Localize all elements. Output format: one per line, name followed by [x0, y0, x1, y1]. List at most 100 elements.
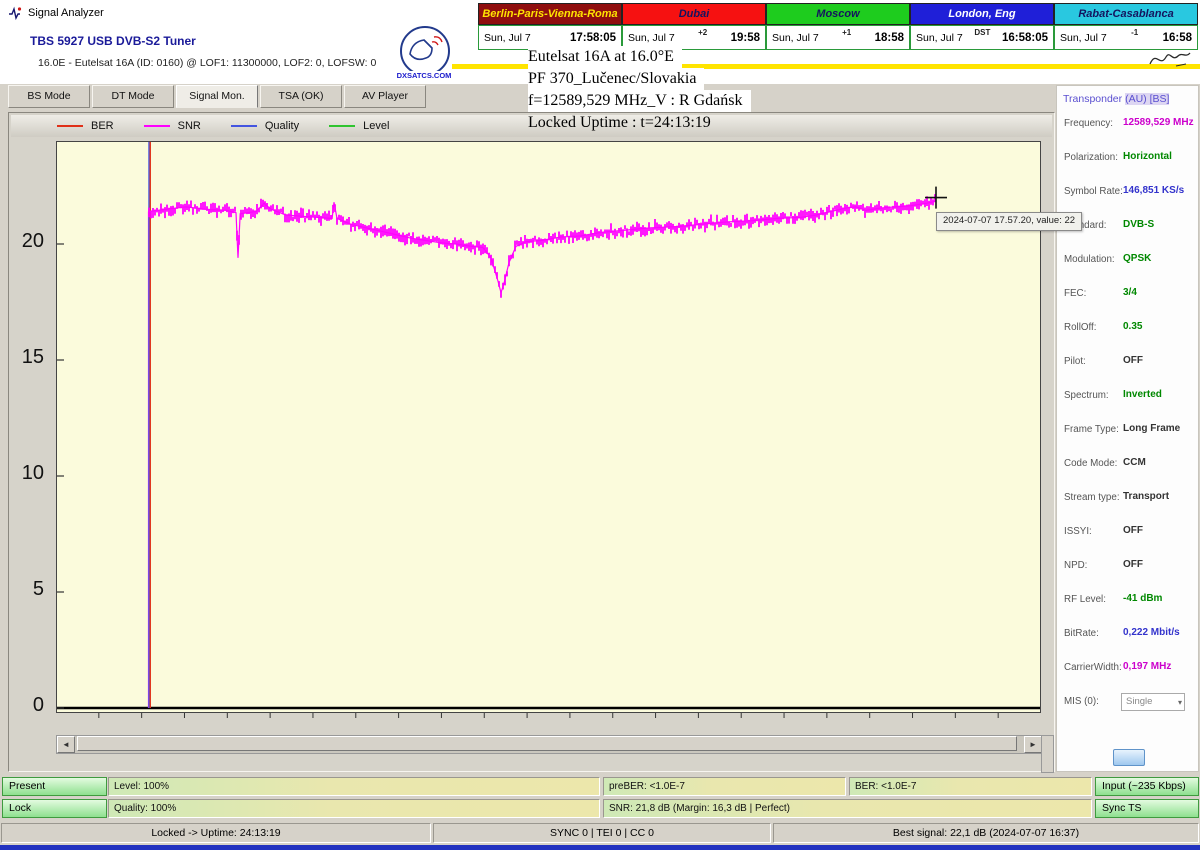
transponder-row-issyi: ISSYI:OFF	[1057, 526, 1198, 556]
transponder-label: RF Level:	[1064, 594, 1106, 605]
transponder-row-rf-level: RF Level: -41 dBm	[1057, 594, 1198, 624]
transponder-value: 146,851 KS/s	[1123, 185, 1184, 196]
tab-tsa[interactable]: TSA (OK)	[260, 85, 342, 108]
transponder-header: Transponder (AU) [BS]	[1063, 93, 1169, 105]
scrollbar-thumb[interactable]	[77, 736, 1017, 751]
title-bar: Signal Analyzer	[0, 0, 485, 26]
scroll-left-button[interactable]: ◄	[57, 736, 75, 753]
signal-plot[interactable]	[56, 141, 1041, 726]
lock-indicator: Lock	[2, 799, 107, 818]
transponder-value: 12589,529 MHz	[1123, 117, 1194, 128]
transponder-title: Transponder	[1063, 93, 1122, 105]
clock-utc-offset: -1	[1131, 28, 1138, 37]
transponder-label: CarrierWidth:	[1064, 662, 1122, 673]
app-icon	[7, 6, 22, 21]
scroll-right-button[interactable]: ►	[1024, 736, 1042, 753]
y-axis-label: 5	[14, 578, 44, 601]
transponder-row-fec: FEC:3/4	[1057, 288, 1198, 318]
status-sync-counters: SYNC 0 | TEI 0 | CC 0	[433, 823, 771, 843]
tuner-title: TBS 5927 USB DVB-S2 Tuner	[30, 34, 196, 48]
tab-av-player[interactable]: AV Player	[344, 85, 426, 108]
overlay-line-4: Locked Uptime : t=24:13:19	[528, 112, 719, 134]
clock-date: Sun, Jul 7	[916, 32, 963, 44]
transponder-label: FEC:	[1064, 288, 1086, 299]
clock-city-2: Moscow	[766, 3, 910, 25]
clock-utc-offset: +1	[842, 28, 851, 37]
transponder-label: Modulation:	[1064, 254, 1115, 265]
transponder-row-rolloff: RollOff:0.35	[1057, 322, 1198, 352]
transponder-row-frequency: Frequency: 12589,529 MHz	[1057, 118, 1198, 148]
transponder-value: Inverted	[1123, 389, 1162, 400]
transponder-value: CCM	[1123, 457, 1146, 468]
transponder-row-npd: NPD:OFF	[1057, 560, 1198, 590]
overlay-line-1: Eutelsat 16A at 16.0°E	[528, 46, 682, 68]
transponder-row-pilot: Pilot:OFF	[1057, 356, 1198, 386]
clock-date: Sun, Jul 7	[484, 32, 531, 44]
clock-city-4: Rabat-Casablanca	[1054, 3, 1198, 25]
transponder-label: BitRate:	[1064, 628, 1099, 639]
annotation-overlay: Eutelsat 16A at 16.0°E PF 370_Lučenec/Sl…	[528, 46, 751, 134]
scrollbar-track[interactable]	[75, 736, 1024, 751]
dxsatcs-logo: DXSATCS.COM	[398, 26, 452, 82]
quality-meter: Quality: 100%	[108, 799, 600, 818]
clock-time-4: Sun, Jul 7-116:58	[1054, 25, 1198, 50]
tab-dt-mode[interactable]: DT Mode	[92, 85, 174, 108]
tuner-subtitle: 16.0E - Eutelsat 16A (ID: 0160) @ LOF1: …	[38, 57, 376, 69]
transponder-value: Horizontal	[1123, 151, 1172, 162]
present-indicator: Present	[2, 777, 107, 796]
legend-line	[329, 125, 355, 127]
transponder-row-polarization: Polarization:Horizontal	[1057, 152, 1198, 182]
legend-label: BER	[91, 120, 114, 132]
transponder-label: MIS (0):	[1064, 696, 1099, 707]
legend-line	[144, 125, 170, 127]
transponder-value: QPSK	[1123, 253, 1151, 264]
transponder-value: -41 dBm	[1123, 593, 1162, 604]
y-axis-label: 10	[14, 462, 44, 485]
legend-item-snr: SNR	[144, 120, 201, 132]
legend-line	[231, 125, 257, 127]
tab-bs-mode[interactable]: BS Mode	[8, 85, 90, 108]
clock-city-3: London, Eng	[910, 3, 1054, 25]
transponder-tag: (AU) [BS]	[1125, 93, 1169, 105]
clock-value: 16:58	[1163, 32, 1192, 44]
vertical-scrollbar[interactable]	[1041, 735, 1054, 773]
status-bar: Locked -> Uptime: 24:13:19 SYNC 0 | TEI …	[0, 822, 1200, 844]
chevron-down-icon: ▾	[1178, 695, 1182, 710]
level-meter: Level: 100%	[108, 777, 600, 796]
transponder-value: OFF	[1123, 355, 1143, 366]
mis-dropdown[interactable]: Single ▾	[1121, 693, 1185, 711]
transponder-row-carrierwidth: CarrierWidth:0,197 MHz	[1057, 662, 1198, 692]
logo-circle	[400, 26, 450, 76]
transponder-label: NPD:	[1064, 560, 1087, 571]
ber-meter: BER: <1.0E-7	[849, 777, 1092, 796]
horizontal-scrollbar[interactable]: ◄ ►	[56, 735, 1043, 754]
transponder-row-mis-0: MIS (0): Single ▾	[1057, 696, 1198, 726]
mis-dropdown-value: Single	[1126, 696, 1152, 707]
transponder-row-spectrum: Spectrum:Inverted	[1057, 390, 1198, 420]
transponder-row-modulation: Modulation: QPSK	[1057, 254, 1198, 284]
clock-value: 16:58:05	[1002, 32, 1048, 44]
world-clocks: Berlin-Paris-Vienna-RomaDubaiMoscowLondo…	[478, 3, 1198, 50]
status-uptime: Locked -> Uptime: 24:13:19	[1, 823, 431, 843]
panel-action-button[interactable]	[1113, 749, 1145, 766]
legend-item-level: Level	[329, 120, 389, 132]
transponder-value: 0,222 Mbit/s	[1123, 627, 1180, 638]
mode-tabs: BS Mode DT Mode Signal Mon. TSA (OK) AV …	[8, 85, 426, 108]
legend-item-quality: Quality	[231, 120, 299, 132]
legend-item-ber: BER	[57, 120, 114, 132]
overlay-line-3: f=12589,529 MHz_V : R Gdańsk	[528, 90, 751, 112]
chart-tooltip: 2024-07-07 17.57.20, value: 22	[936, 212, 1082, 231]
clock-value: 18:58	[875, 32, 904, 44]
snr-meter: SNR: 21,8 dB (Margin: 16,3 dB | Perfect)	[603, 799, 1092, 818]
sync-ts-indicator: Sync TS	[1095, 799, 1199, 818]
transponder-label: Frequency:	[1064, 118, 1113, 129]
tab-signal-mon[interactable]: Signal Mon.	[176, 85, 258, 108]
clock-date: Sun, Jul 7	[772, 32, 819, 44]
transponder-row-stream-type: Stream type:Transport	[1057, 492, 1198, 522]
transponder-label: Symbol Rate:	[1064, 186, 1123, 197]
transponder-label: RollOff:	[1064, 322, 1097, 333]
transponder-row-frame-type: Frame Type:Long Frame	[1057, 424, 1198, 454]
status-best-signal: Best signal: 22,1 dB (2024-07-07 16:37)	[773, 823, 1199, 843]
transponder-label: ISSYI:	[1064, 526, 1092, 537]
transponder-value: DVB-S	[1123, 219, 1154, 230]
